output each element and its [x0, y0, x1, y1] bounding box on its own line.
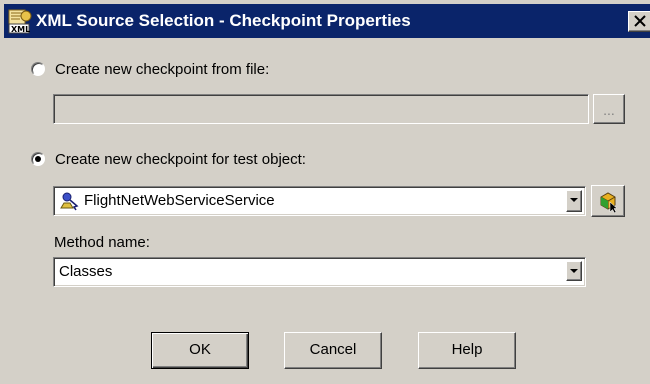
close-button[interactable] — [628, 11, 650, 32]
svg-text:XML: XML — [11, 25, 30, 34]
close-icon — [634, 15, 646, 27]
from-file-option[interactable]: Create new checkpoint from file: — [31, 58, 269, 80]
from-object-radio[interactable] — [31, 152, 45, 166]
from-object-label: Create new checkpoint for test object: — [55, 150, 306, 168]
cancel-button[interactable]: Cancel — [284, 332, 382, 369]
file-path-input — [53, 94, 589, 124]
test-object-value: FlightNetWebServiceService — [84, 192, 275, 209]
ok-button[interactable]: OK — [151, 332, 249, 369]
method-name-label: Method name: — [54, 234, 150, 251]
test-object-dropdown[interactable]: FlightNetWebServiceService — [53, 186, 586, 216]
title-bar[interactable]: XML XML Source Selection - Checkpoint Pr… — [4, 4, 650, 38]
method-name-dropdown-button[interactable] — [566, 261, 582, 281]
radio-selected-dot — [35, 156, 41, 162]
method-name-dropdown[interactable]: Classes — [53, 257, 586, 287]
xml-icon: XML — [8, 9, 32, 34]
method-name-value: Classes — [59, 263, 113, 280]
chevron-down-icon — [570, 198, 578, 202]
chevron-down-icon — [570, 269, 578, 273]
dialog-title: XML Source Selection - Checkpoint Proper… — [36, 11, 411, 30]
object-pointer-button[interactable] — [591, 185, 625, 217]
from-object-option[interactable]: Create new checkpoint for test object: — [31, 148, 306, 170]
from-file-label: Create new checkpoint from file: — [55, 60, 270, 78]
from-file-radio[interactable] — [31, 62, 45, 76]
test-object-dropdown-button[interactable] — [566, 190, 582, 212]
browse-button: ... — [593, 94, 625, 124]
object-pointer-icon — [600, 192, 618, 213]
checkpoint-properties-dialog: XML XML Source Selection - Checkpoint Pr… — [0, 0, 650, 384]
web-service-icon — [60, 192, 79, 211]
help-button[interactable]: Help — [418, 332, 516, 369]
